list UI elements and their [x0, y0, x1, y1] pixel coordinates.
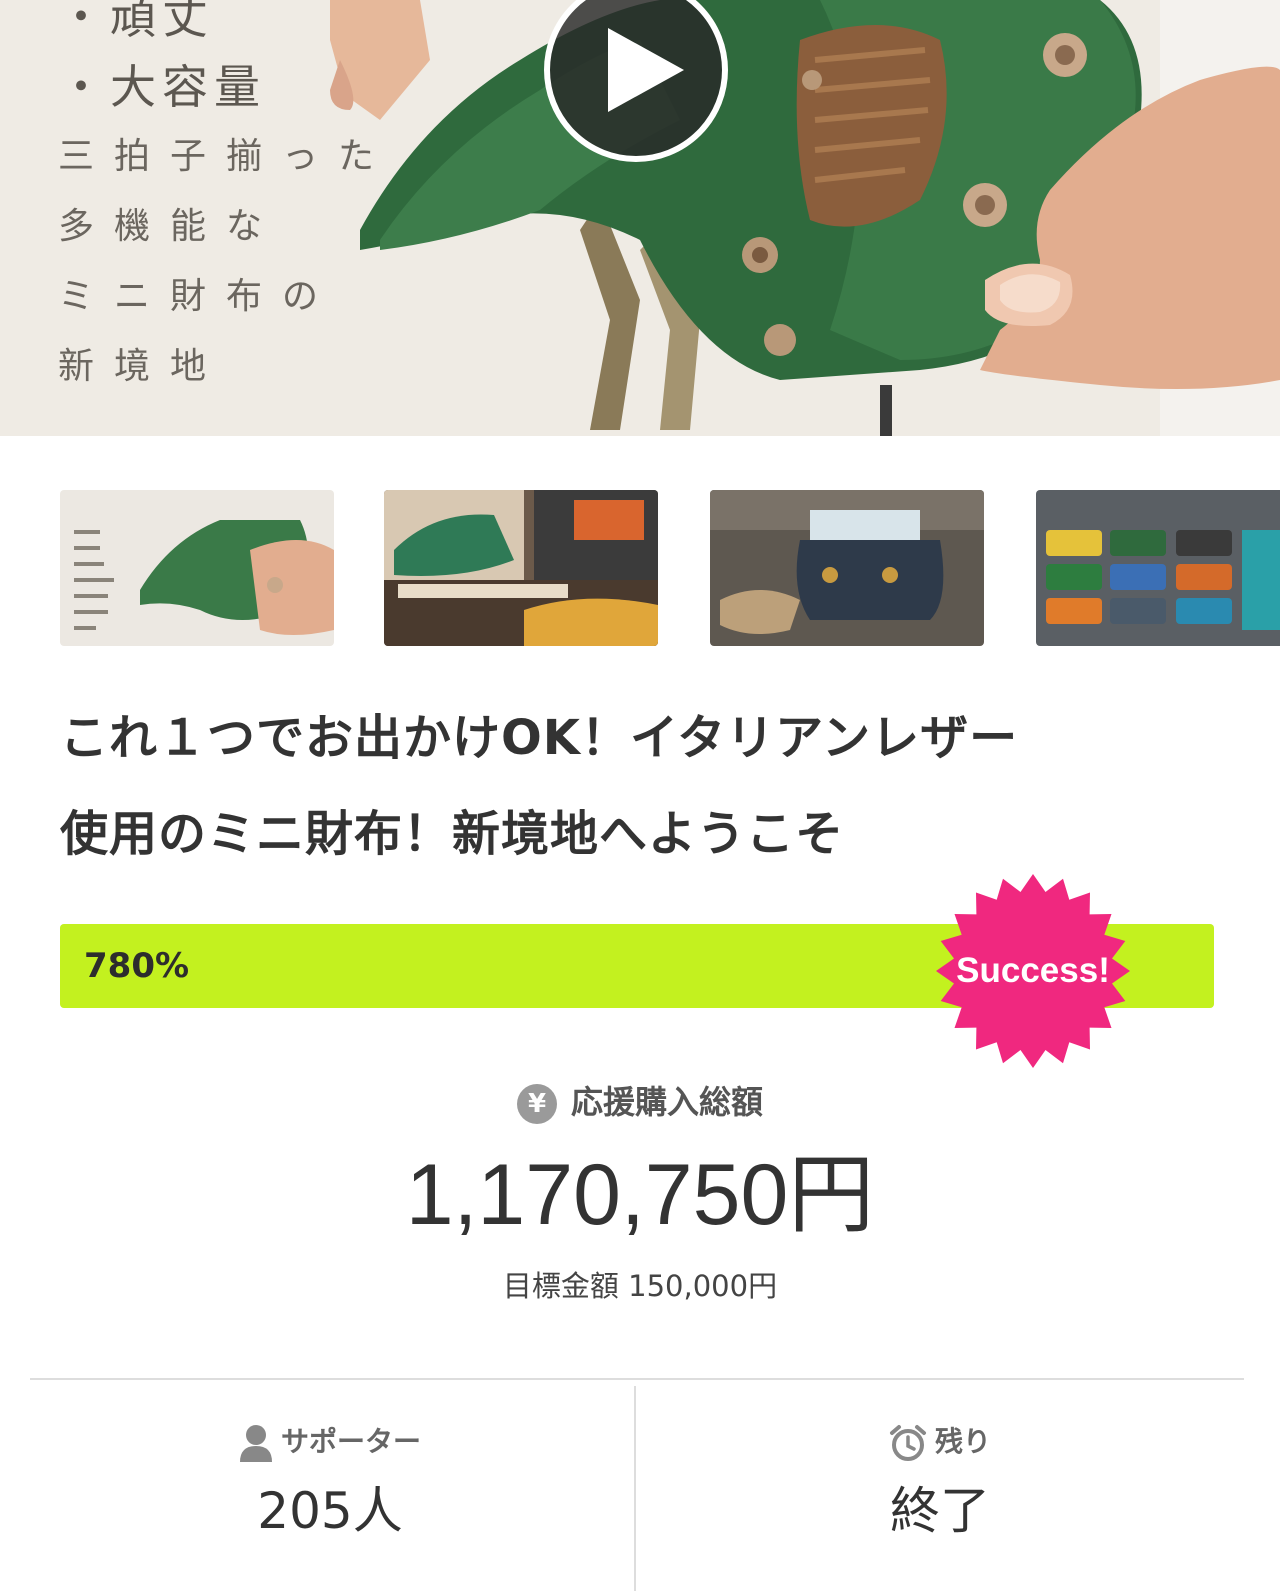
project-title-line: これ１つでお出かけOK！イタリアンレザー: [60, 710, 1019, 766]
thumbnail-4[interactable]: [1036, 490, 1280, 646]
thumbnail-2[interactable]: [384, 490, 658, 646]
thumbnail-3[interactable]: [710, 490, 984, 646]
hero-line: ミニ財布の: [58, 276, 339, 317]
total-label-row: ¥ 応援購入総額: [0, 1080, 1280, 1124]
hero-video[interactable]: ・頑丈 ・大容量 三拍子揃った 多機能な ミニ財布の 新境地: [0, 0, 1280, 436]
hero-line: 多機能な: [58, 206, 283, 247]
total-label: 応援購入総額: [570, 1083, 763, 1121]
supporters-label: サポーター: [280, 1425, 421, 1458]
alarm-clock-icon: [889, 1425, 926, 1461]
hero-bullet: ・頑丈: [58, 0, 214, 44]
hero-line: 新境地: [58, 346, 227, 387]
supporters-value: 205人: [257, 1482, 403, 1540]
hero-text-overlay: ・頑丈 ・大容量 三拍子揃った 多機能な ミニ財布の 新境地: [58, 0, 394, 402]
hero-bullet: ・大容量: [58, 60, 266, 114]
thumbnail-1[interactable]: [60, 490, 334, 646]
hero-line: 三拍子揃った: [58, 136, 395, 177]
project-title: これ１つでお出かけOK！イタリアンレザー 使用のミニ財布！新境地へようこそ: [60, 690, 1220, 882]
total-amount: 1,170,750円: [405, 1147, 875, 1243]
success-badge-label: Success!: [956, 951, 1110, 990]
thumbnail-strip: [60, 490, 1280, 646]
remaining-label: 残り: [934, 1425, 991, 1458]
yen-icon: ¥: [516, 1084, 557, 1124]
progress-percent: 780%: [84, 946, 190, 986]
project-title-line: 使用のミニ財布！新境地へようこそ: [60, 806, 845, 862]
remaining-label-row: 残り: [610, 1420, 1270, 1464]
person-icon: [239, 1425, 272, 1462]
remaining-value: 終了: [890, 1482, 990, 1540]
play-icon: [608, 28, 684, 112]
supporters-label-row: サポーター: [0, 1420, 660, 1464]
divider: [30, 1378, 1244, 1380]
target-amount: 目標金額 150,000円: [502, 1269, 778, 1303]
